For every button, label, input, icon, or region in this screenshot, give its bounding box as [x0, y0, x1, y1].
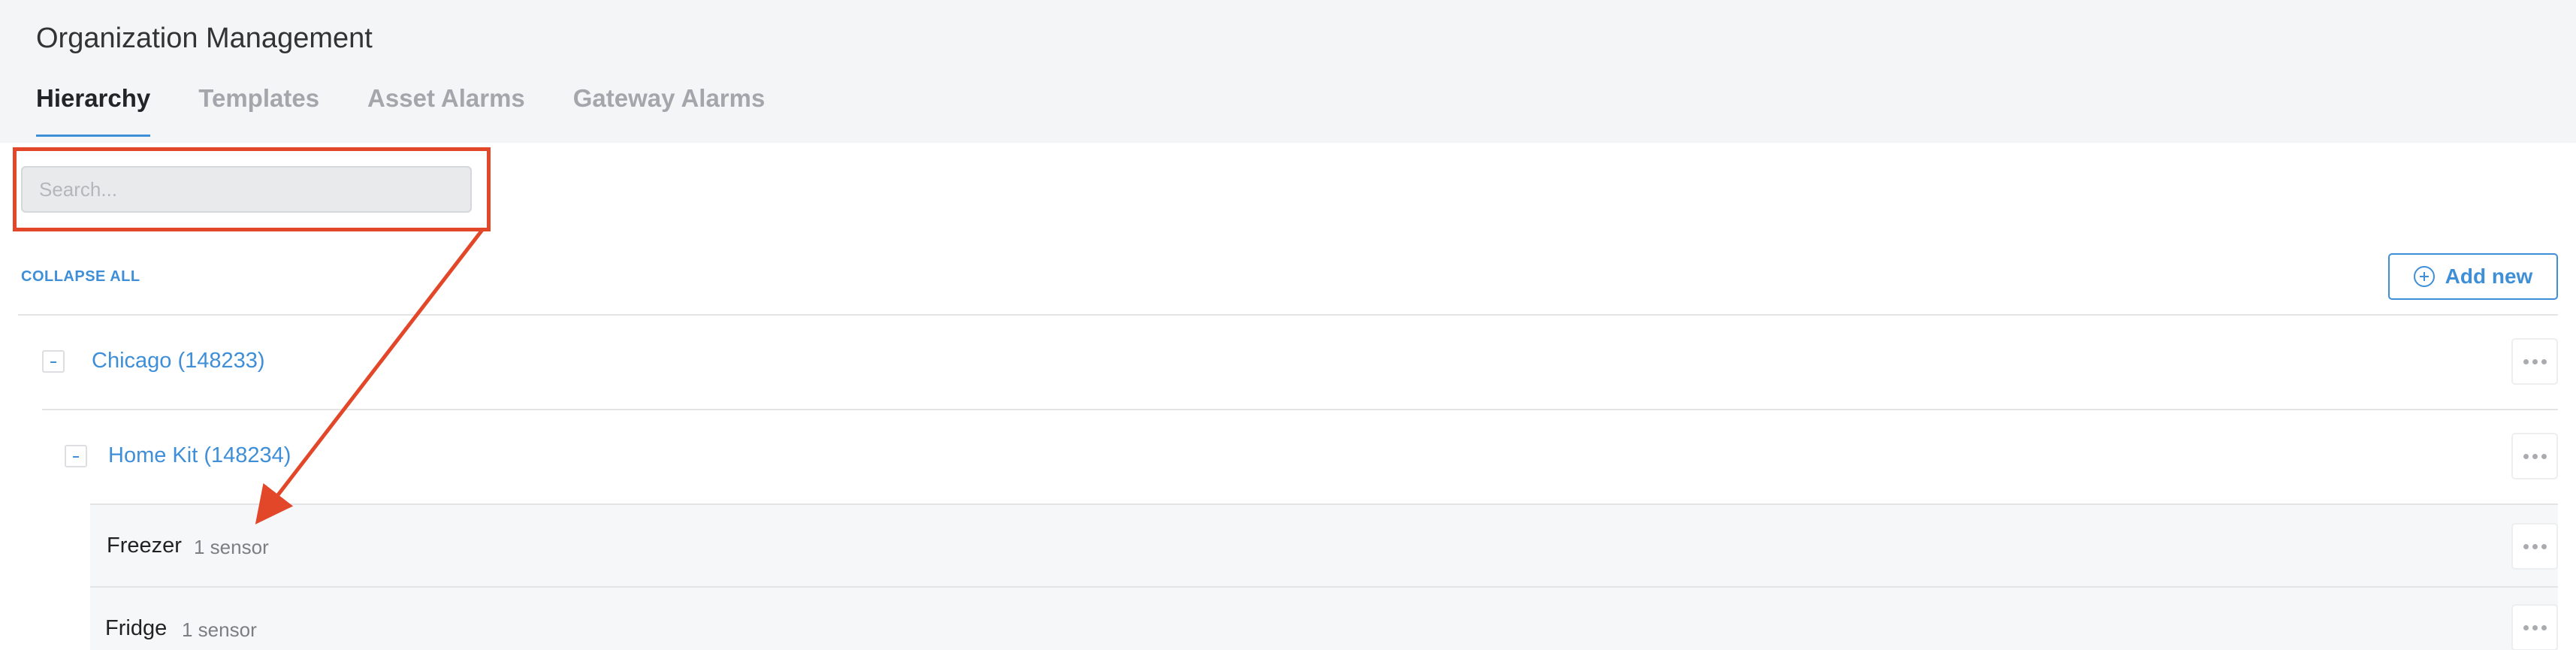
- annotation-arrow: [255, 228, 484, 525]
